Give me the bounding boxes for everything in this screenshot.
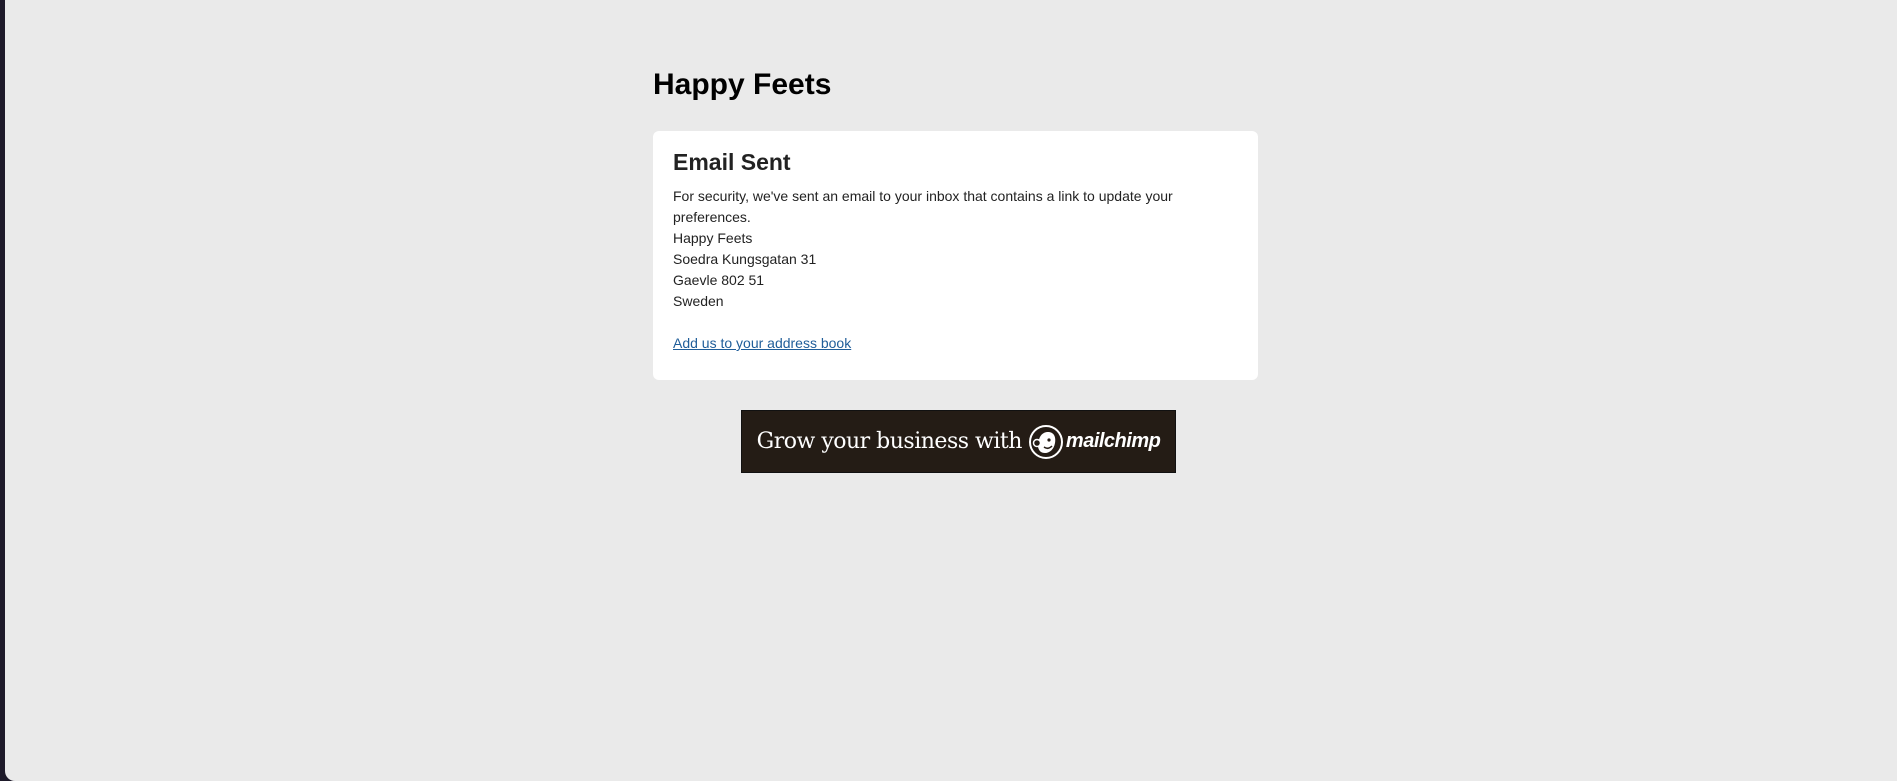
email-sent-card: Email Sent For security, we've sent an e…: [653, 131, 1258, 380]
mailchimp-referral-banner[interactable]: Grow your business with mailchimp: [741, 410, 1176, 473]
mailing-address: Happy Feets Soedra Kungsgatan 31 Gaevle …: [673, 228, 1238, 312]
card-message: For security, we've sent an email to you…: [673, 188, 1173, 225]
add-to-address-book-link[interactable]: Add us to your address book: [673, 333, 851, 354]
banner-brand: mailchimp: [1065, 430, 1161, 452]
banner-tagline: Grow your business with: [756, 429, 1023, 454]
address-country: Sweden: [673, 293, 724, 309]
address-street: Soedra Kungsgatan 31: [673, 251, 817, 267]
address-city: Gaevle 802 51: [673, 272, 765, 288]
page-title: Happy Feets: [653, 68, 832, 101]
card-heading: Email Sent: [673, 149, 791, 175]
address-name: Happy Feets: [673, 230, 753, 246]
mailchimp-freddie-icon: [1028, 423, 1064, 461]
browser-page: Happy Feets Email Sent For security, we'…: [5, 0, 1897, 781]
main-content: Happy Feets Email Sent For security, we'…: [653, 64, 1258, 380]
